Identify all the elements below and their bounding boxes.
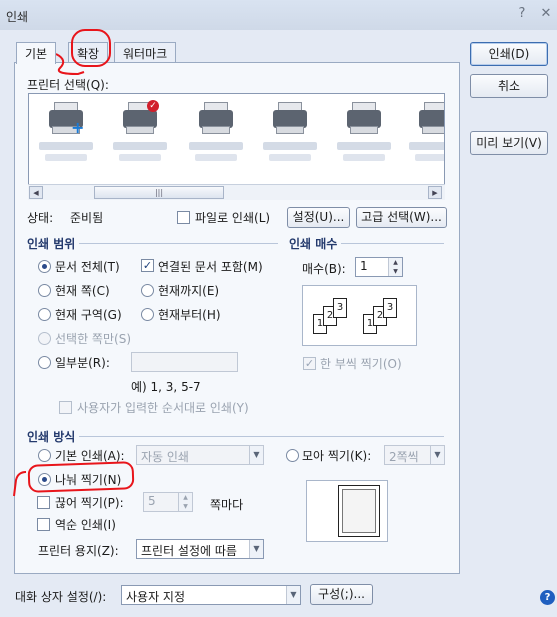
help-circle-icon[interactable]: ?: [540, 590, 555, 605]
print-range-title: 인쇄 범위: [27, 235, 80, 252]
current-page-radio[interactable]: [38, 284, 51, 297]
chevron-down-icon[interactable]: ▼: [249, 446, 263, 464]
tile-spinner[interactable]: ▲ ▼: [178, 493, 192, 511]
tile-pages-input[interactable]: 5 ▲ ▼: [143, 492, 193, 512]
dialog-settings-label: 대화 상자 설정(/):: [15, 590, 107, 604]
collect-print-label: 모아 찍기(K):: [302, 449, 372, 463]
copies-input[interactable]: 1 ▲ ▼: [355, 257, 403, 277]
collect-print-select[interactable]: 2쪽씩 ▼: [384, 445, 445, 465]
basic-print-radio[interactable]: [38, 449, 51, 462]
advanced-settings-button[interactable]: 고급 선택(W)...: [356, 207, 447, 228]
tab-watermark[interactable]: 워터마크: [114, 42, 177, 63]
collate-checkbox[interactable]: ✓: [303, 357, 316, 370]
printer-item[interactable]: [407, 100, 444, 170]
scroll-thumb[interactable]: |||: [94, 186, 224, 199]
help-icon[interactable]: ?: [514, 6, 530, 22]
chevron-down-icon[interactable]: ▼: [286, 586, 300, 604]
partial-label: 일부분(R):: [55, 356, 110, 370]
preview-sheet: [338, 485, 380, 537]
collate-preview: 1 2 3 1 2 3: [302, 285, 417, 346]
selected-pages-label: 선택한 쪽만(S): [55, 332, 131, 346]
from-current-radio[interactable]: [141, 308, 154, 321]
tile-unit-label: 쪽마다: [210, 498, 244, 512]
collect-print-radio[interactable]: [286, 449, 299, 462]
tile-print-checkbox[interactable]: [37, 496, 50, 509]
partial-radio[interactable]: [38, 356, 51, 369]
paper-label: 프린터 용지(Z):: [38, 544, 119, 558]
collate-label: 한 부씩 찍기(O): [320, 357, 402, 371]
copies-title: 인쇄 매수: [289, 235, 342, 252]
include-linked-label: 연결된 문서 포함(M): [158, 260, 263, 274]
chevron-down-icon[interactable]: ▼: [430, 446, 444, 464]
copies-value: 1: [360, 259, 368, 273]
preview-page: [342, 489, 376, 533]
dialog-settings-select[interactable]: 사용자 지정 ▼: [121, 585, 301, 605]
user-order-checkbox[interactable]: [59, 401, 72, 414]
spin-down-icon[interactable]: ▼: [389, 267, 402, 276]
copies-label: 매수(B):: [302, 262, 346, 276]
current-page-label: 현재 쪽(C): [55, 284, 110, 298]
all-docs-label: 문서 전체(T): [55, 260, 120, 274]
all-docs-radio[interactable]: [38, 260, 51, 273]
spin-up-icon[interactable]: ▲: [389, 258, 402, 267]
printer-list-scrollbar[interactable]: ◀ ||| ▶: [28, 184, 445, 200]
window-title: 인쇄: [6, 10, 29, 24]
stack-page: 3: [333, 298, 347, 318]
collect-print-value: 2쪽씩: [389, 450, 419, 464]
reverse-print-label: 역순 인쇄(I): [55, 518, 116, 532]
printer-settings-button[interactable]: 설정(U)...: [287, 207, 350, 228]
page-range-input[interactable]: [131, 352, 238, 372]
current-section-label: 현재 구역(G): [55, 308, 122, 322]
spin-up-icon[interactable]: ▲: [179, 493, 192, 502]
layout-preview: [306, 480, 388, 542]
spin-down-icon[interactable]: ▼: [179, 502, 192, 511]
status-label: 상태:: [27, 211, 54, 225]
print-to-file-checkbox[interactable]: [177, 211, 190, 224]
dialog-settings-value: 사용자 지정: [126, 590, 186, 604]
default-check-icon: ✓: [147, 100, 159, 112]
printer-item[interactable]: [187, 100, 245, 170]
to-current-label: 현재까지(E): [158, 284, 220, 298]
network-icon: +: [71, 118, 85, 137]
close-icon[interactable]: ✕: [538, 6, 554, 22]
selected-pages-radio[interactable]: [38, 332, 51, 345]
paper-value: 프린터 설정에 따름: [141, 544, 237, 558]
stack-page: 3: [383, 298, 397, 318]
printer-item[interactable]: ✓: [111, 100, 169, 170]
printer-item[interactable]: [335, 100, 393, 170]
copies-spinner[interactable]: ▲ ▼: [388, 258, 402, 276]
title-bar: [0, 0, 557, 30]
print-method-title: 인쇄 방식: [27, 428, 80, 445]
scroll-right-icon[interactable]: ▶: [428, 186, 442, 199]
divider: [28, 436, 444, 437]
tile-pages-value: 5: [148, 494, 156, 508]
user-order-label: 사용자가 입력한 순서대로 인쇄(Y): [77, 401, 249, 415]
print-button[interactable]: 인쇄(D): [470, 42, 548, 66]
status-value: 준비됨: [70, 211, 104, 225]
paper-select[interactable]: 프린터 설정에 따름 ▼: [136, 539, 264, 559]
basic-print-select[interactable]: 자동 인쇄 ▼: [136, 445, 264, 465]
basic-print-value: 자동 인쇄: [141, 450, 189, 464]
annotation-stroke: [13, 471, 27, 497]
cancel-button[interactable]: 취소: [470, 74, 548, 98]
print-to-file-label: 파일로 인쇄(L): [195, 211, 271, 225]
printer-item[interactable]: +: [37, 100, 95, 170]
config-button[interactable]: 구성(;)...: [310, 584, 373, 605]
from-current-label: 현재부터(H): [158, 308, 221, 322]
tile-print-label: 끊어 찍기(P):: [55, 496, 124, 510]
to-current-radio[interactable]: [141, 284, 154, 297]
chevron-down-icon[interactable]: ▼: [249, 540, 263, 558]
annotation-box: [27, 461, 135, 493]
printer-item[interactable]: [261, 100, 319, 170]
page-range-example: 예) 1, 3, 5-7: [131, 380, 201, 394]
current-section-radio[interactable]: [38, 308, 51, 321]
include-linked-checkbox[interactable]: ✓: [141, 259, 154, 272]
scroll-left-icon[interactable]: ◀: [29, 186, 43, 199]
tab-basic[interactable]: 기본: [16, 42, 57, 64]
reverse-print-checkbox[interactable]: [37, 518, 50, 531]
preview-button[interactable]: 미리 보기(V): [470, 131, 548, 155]
